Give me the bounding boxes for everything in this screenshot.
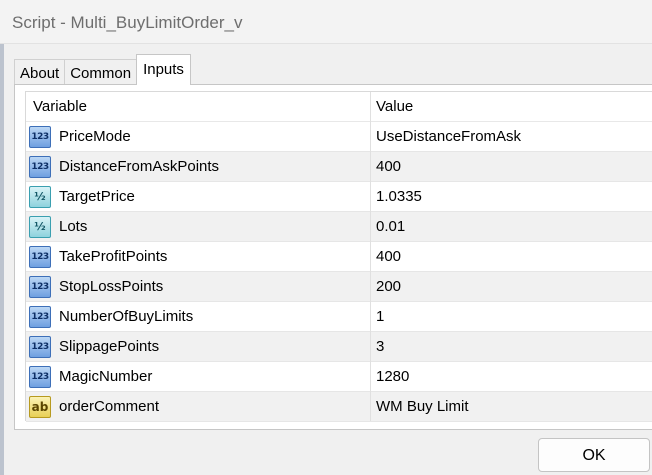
variable-name: DistanceFromAskPoints [59, 158, 220, 175]
integer-type-icon: 123 [29, 126, 51, 148]
table-row[interactable]: ½ Lots 0.01 [26, 212, 652, 242]
integer-type-icon: 123 [29, 276, 51, 298]
tab-inputs[interactable]: Inputs [136, 54, 191, 85]
grid-header: Variable Value [26, 92, 652, 122]
window-title: Script - Multi_BuyLimitOrder_v [12, 13, 243, 32]
double-type-icon: ½ [29, 186, 51, 208]
variable-value[interactable]: UseDistanceFromAsk [376, 122, 521, 151]
tab-common[interactable]: Common [64, 59, 138, 85]
integer-type-icon: 123 [29, 156, 51, 178]
variable-name: TakeProfitPoints [59, 248, 168, 265]
table-row[interactable]: 123 StopLossPoints 200 [26, 272, 652, 302]
variable-value[interactable]: 1280 [376, 362, 409, 391]
variable-value[interactable]: 3 [376, 332, 384, 361]
variable-value[interactable]: 200 [376, 272, 401, 301]
variable-name: Lots [59, 218, 88, 235]
table-row[interactable]: ½ TargetPrice 1.0335 [26, 182, 652, 212]
column-header-value[interactable]: Value [376, 92, 413, 121]
variable-value[interactable]: 400 [376, 152, 401, 181]
tab-strip: About Common Inputs [14, 54, 191, 85]
window-edge [0, 0, 4, 475]
column-header-variable[interactable]: Variable [33, 92, 87, 121]
table-row[interactable]: 123 SlippagePoints 3 [26, 332, 652, 362]
variable-name: SlippagePoints [59, 338, 160, 355]
table-row[interactable]: 123 TakeProfitPoints 400 [26, 242, 652, 272]
variable-value[interactable]: 1.0335 [376, 182, 422, 211]
string-type-icon: ab [29, 396, 51, 418]
title-bar[interactable]: Script - Multi_BuyLimitOrder_v [0, 0, 652, 44]
variable-name: MagicNumber [59, 368, 153, 385]
variable-value[interactable]: 0.01 [376, 212, 405, 241]
table-row[interactable]: 123 MagicNumber 1280 [26, 362, 652, 392]
integer-type-icon: 123 [29, 246, 51, 268]
integer-type-icon: 123 [29, 306, 51, 328]
variable-value[interactable]: 400 [376, 242, 401, 271]
table-row[interactable]: 123 DistanceFromAskPoints 400 [26, 152, 652, 182]
variable-value[interactable]: WM Buy Limit [376, 392, 469, 421]
table-row[interactable]: 123 PriceMode UseDistanceFromAsk [26, 122, 652, 152]
variable-value[interactable]: 1 [376, 302, 384, 331]
variable-name: PriceMode [59, 128, 131, 145]
variable-name: orderComment [59, 398, 160, 415]
variable-name: NumberOfBuyLimits [59, 308, 194, 325]
inputs-grid: Variable Value 123 PriceMode UseDistanceFr… [25, 91, 652, 422]
column-separator[interactable] [370, 92, 371, 421]
variable-name: TargetPrice [59, 188, 135, 205]
script-dialog: Script - Multi_BuyLimitOrder_v About Com… [0, 0, 652, 475]
tab-about[interactable]: About [14, 59, 66, 85]
integer-type-icon: 123 [29, 336, 51, 358]
ok-button[interactable]: OK [538, 438, 650, 472]
double-type-icon: ½ [29, 216, 51, 238]
table-row[interactable]: ab orderComment WM Buy Limit [26, 392, 652, 422]
variable-name: StopLossPoints [59, 278, 164, 295]
integer-type-icon: 123 [29, 366, 51, 388]
table-row[interactable]: 123 NumberOfBuyLimits 1 [26, 302, 652, 332]
